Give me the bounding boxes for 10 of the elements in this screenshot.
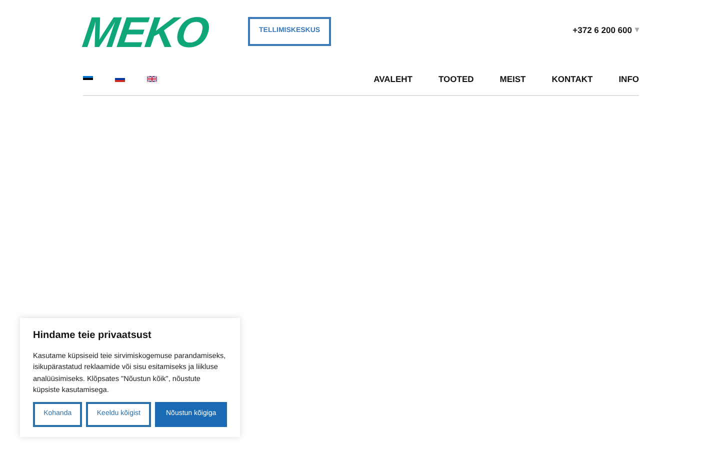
dialog-title: Hindame teie privaatsust bbox=[33, 329, 152, 343]
phone-number[interactable]: +372 6 200 600 bbox=[572, 24, 632, 37]
flag-icon[interactable] bbox=[115, 76, 125, 82]
nav-link[interactable]: AVALEHT bbox=[374, 73, 413, 86]
nav-link[interactable]: TOOTED bbox=[438, 73, 474, 86]
flag-icon[interactable] bbox=[83, 76, 93, 82]
nav-link[interactable]: KONTAKT bbox=[552, 73, 593, 86]
flag-icon[interactable] bbox=[147, 76, 157, 82]
nav-link[interactable]: MEIST bbox=[500, 73, 526, 86]
nav-link[interactable]: INFO bbox=[618, 73, 639, 86]
